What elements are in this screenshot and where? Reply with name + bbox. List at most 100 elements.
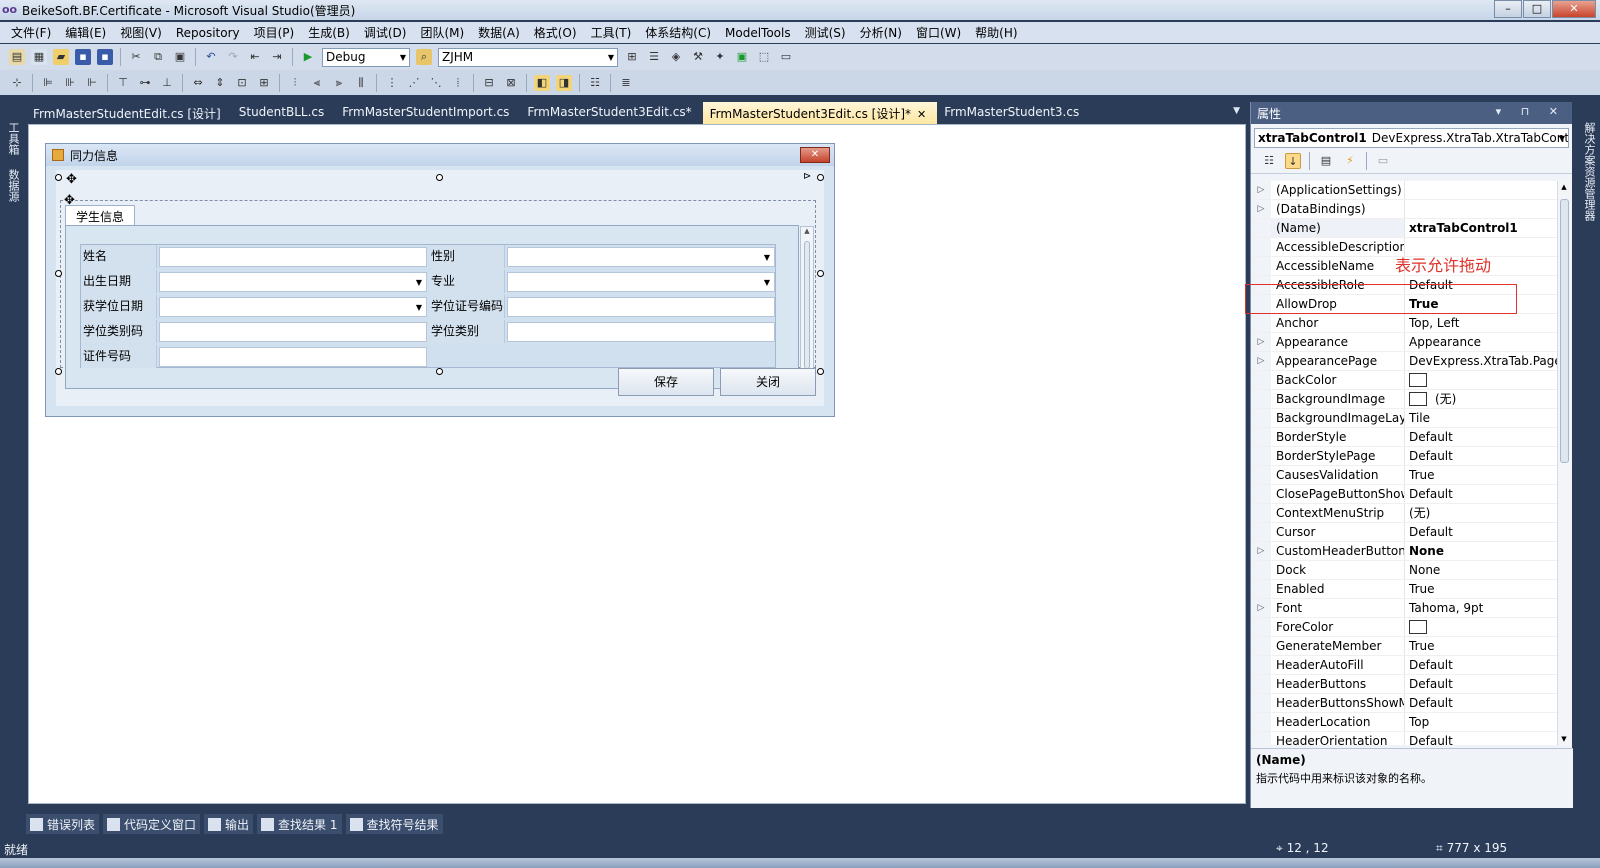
property-row[interactable]: Dock None bbox=[1251, 561, 1559, 580]
property-value[interactable]: DevExpress.XtraTab.Page bbox=[1405, 352, 1559, 370]
tools-icon[interactable]: ✦ bbox=[712, 49, 728, 65]
properties-window-icon[interactable]: ☰ bbox=[646, 49, 662, 65]
property-value[interactable]: (无) bbox=[1405, 504, 1559, 522]
move-handle-icon[interactable]: ✥ bbox=[66, 173, 77, 186]
panel-controls[interactable]: ▾ ⊓ ✕ bbox=[1496, 105, 1566, 118]
scroll-down-icon[interactable]: ▼ bbox=[1558, 735, 1570, 743]
property-row[interactable]: BackgroundImageLay Tile bbox=[1251, 409, 1559, 428]
make-same-size-icon[interactable]: ⊡ bbox=[234, 75, 250, 91]
toolbar-overflow-icon[interactable]: ≣ bbox=[618, 75, 634, 91]
align-middles-icon[interactable]: ⊶ bbox=[137, 75, 153, 91]
property-row[interactable]: Enabled True bbox=[1251, 580, 1559, 599]
more-tools-icon[interactable]: ▭ bbox=[778, 49, 794, 65]
center-vertically-icon[interactable]: ⊠ bbox=[503, 75, 519, 91]
expand-arrow-icon[interactable]: ▷ bbox=[1251, 599, 1271, 617]
vertical-spacing-decrease-icon[interactable]: ⋱ bbox=[428, 75, 444, 91]
property-value[interactable]: Default bbox=[1405, 428, 1559, 446]
property-value[interactable]: Default bbox=[1405, 447, 1559, 465]
bottom-tab[interactable]: 输出 bbox=[204, 814, 254, 834]
alphabetical-icon[interactable]: ↓ bbox=[1285, 152, 1301, 169]
scroll-thumb[interactable] bbox=[1560, 199, 1569, 463]
menu-item[interactable]: 项目(P) bbox=[247, 24, 302, 41]
add-item-icon[interactable]: ▦ bbox=[31, 49, 47, 65]
property-row[interactable]: BorderStyle Default bbox=[1251, 428, 1559, 447]
open-file-icon[interactable]: ▰ bbox=[53, 49, 69, 65]
document-tab[interactable]: FrmMasterStudent3.cs bbox=[937, 102, 1090, 124]
major-select[interactable]: ▼ bbox=[507, 272, 775, 292]
size-to-grid-icon[interactable]: ⊞ bbox=[256, 75, 272, 91]
property-value[interactable]: (无) bbox=[1405, 390, 1559, 408]
close-button[interactable]: 关闭 bbox=[720, 368, 816, 396]
resize-handle[interactable] bbox=[55, 174, 62, 181]
property-value[interactable] bbox=[1405, 618, 1559, 636]
new-project-icon[interactable]: ▤ bbox=[9, 49, 25, 65]
property-value[interactable]: Tile bbox=[1405, 409, 1559, 427]
property-value[interactable]: Appearance bbox=[1405, 333, 1559, 351]
designer-surface[interactable]: 同力信息 ✕ 学生信息 姓名 性别 ▼ 出生日期 ▼ 专业 ▼ 获学位日期 ▼ … bbox=[28, 124, 1246, 804]
tab-student-info[interactable]: 学生信息 bbox=[65, 205, 136, 225]
redo-icon[interactable]: ↷ bbox=[225, 49, 241, 65]
property-value[interactable]: True bbox=[1405, 580, 1559, 598]
solution-explorer-tab[interactable]: 解决方案资源管理器 bbox=[1581, 122, 1597, 221]
xtra-tab-control[interactable]: 学生信息 姓名 性别 ▼ 出生日期 ▼ 专业 ▼ 获学位日期 ▼ 学位证号编码 … bbox=[60, 200, 816, 390]
property-row[interactable]: ClosePageButtonShow Default bbox=[1251, 485, 1559, 504]
horizontal-spacing-remove-icon[interactable]: ⫼ bbox=[353, 75, 369, 91]
toolbox-icon[interactable]: ⚒ bbox=[690, 49, 706, 65]
property-value[interactable] bbox=[1405, 371, 1559, 389]
scroll-up-icon[interactable]: ▲ bbox=[1558, 183, 1570, 191]
vertical-spacing-increase-icon[interactable]: ⋰ bbox=[406, 75, 422, 91]
document-tab[interactable]: FrmMasterStudent3Edit.cs [设计]* ✕ bbox=[702, 102, 938, 124]
document-tab[interactable]: FrmMasterStudentEdit.cs [设计] bbox=[26, 102, 232, 124]
property-row[interactable]: HeaderOrientation Default bbox=[1251, 732, 1559, 745]
property-row[interactable]: ▷ Appearance Appearance bbox=[1251, 333, 1559, 352]
property-row[interactable]: ▷ (ApplicationSettings) bbox=[1251, 181, 1559, 200]
undo-icon[interactable]: ↶ bbox=[203, 49, 219, 65]
horizontal-spacing-increase-icon[interactable]: ⫷ bbox=[309, 75, 325, 91]
copy-icon[interactable]: ⧉ bbox=[150, 49, 166, 65]
property-value[interactable]: None bbox=[1405, 561, 1559, 579]
center-horizontally-icon[interactable]: ⊟ bbox=[481, 75, 497, 91]
property-value[interactable]: Default bbox=[1405, 694, 1559, 712]
property-value[interactable]: xtraTabControl1 bbox=[1405, 219, 1559, 237]
menu-item[interactable]: 团队(M) bbox=[413, 24, 471, 41]
solution-explorer-icon[interactable]: ⊞ bbox=[624, 49, 640, 65]
property-row[interactable]: HeaderAutoFill Default bbox=[1251, 656, 1559, 675]
object-browser-icon[interactable]: ◈ bbox=[668, 49, 684, 65]
degree-date-picker[interactable]: ▼ bbox=[159, 297, 427, 317]
property-value[interactable]: Top, Left bbox=[1405, 314, 1559, 332]
expand-arrow-icon[interactable]: ▷ bbox=[1251, 352, 1271, 370]
expand-arrow-icon[interactable]: ▷ bbox=[1251, 200, 1271, 218]
birthdate-picker[interactable]: ▼ bbox=[159, 272, 427, 292]
property-row[interactable]: BackgroundImage (无) bbox=[1251, 390, 1559, 409]
tab-dropdown-icon[interactable]: ▼ bbox=[1233, 106, 1240, 116]
property-row[interactable]: ▷ CustomHeaderButtons None bbox=[1251, 542, 1559, 561]
menu-item[interactable]: 工具(T) bbox=[584, 24, 639, 41]
make-same-height-icon[interactable]: ⇕ bbox=[212, 75, 228, 91]
extension-manager-icon[interactable]: ⬚ bbox=[756, 49, 772, 65]
expand-arrow-icon[interactable]: ▷ bbox=[1251, 181, 1271, 199]
start-page-icon[interactable]: ▣ bbox=[734, 49, 750, 65]
menu-item[interactable]: 调试(D) bbox=[357, 24, 414, 41]
property-row[interactable]: Anchor Top, Left bbox=[1251, 314, 1559, 333]
menu-item[interactable]: 生成(B) bbox=[301, 24, 357, 41]
close-window-button[interactable]: ✕ bbox=[1552, 0, 1596, 18]
form-close-icon[interactable]: ✕ bbox=[800, 147, 830, 163]
tab-page-scrollbar[interactable]: ▲ ▼ bbox=[800, 226, 814, 390]
resize-handle[interactable] bbox=[817, 174, 824, 181]
degree-cert-no-input[interactable] bbox=[507, 297, 775, 317]
property-value[interactable]: True bbox=[1405, 637, 1559, 655]
maximize-button[interactable]: □ bbox=[1523, 0, 1551, 18]
send-to-back-icon[interactable]: ◨ bbox=[556, 74, 572, 91]
menu-item[interactable]: 格式(O) bbox=[527, 24, 584, 41]
property-value[interactable]: Default bbox=[1405, 656, 1559, 674]
document-tab[interactable]: StudentBLL.cs bbox=[232, 102, 336, 124]
find-combo[interactable]: ZJHM ▼ bbox=[438, 47, 618, 67]
resize-handle[interactable] bbox=[817, 270, 824, 277]
form-window[interactable]: 同力信息 ✕ 学生信息 姓名 性别 ▼ 出生日期 ▼ 专业 ▼ 获学位日期 ▼ … bbox=[45, 143, 835, 417]
menu-item[interactable]: 文件(F) bbox=[4, 24, 58, 41]
save-button[interactable]: 保存 bbox=[618, 368, 714, 396]
vertical-spacing-remove-icon[interactable]: ⦙ bbox=[450, 75, 466, 91]
events-icon[interactable]: ⚡ bbox=[1342, 153, 1358, 169]
property-value[interactable] bbox=[1405, 181, 1559, 199]
document-tab[interactable]: FrmMasterStudent3Edit.cs* bbox=[520, 102, 702, 124]
